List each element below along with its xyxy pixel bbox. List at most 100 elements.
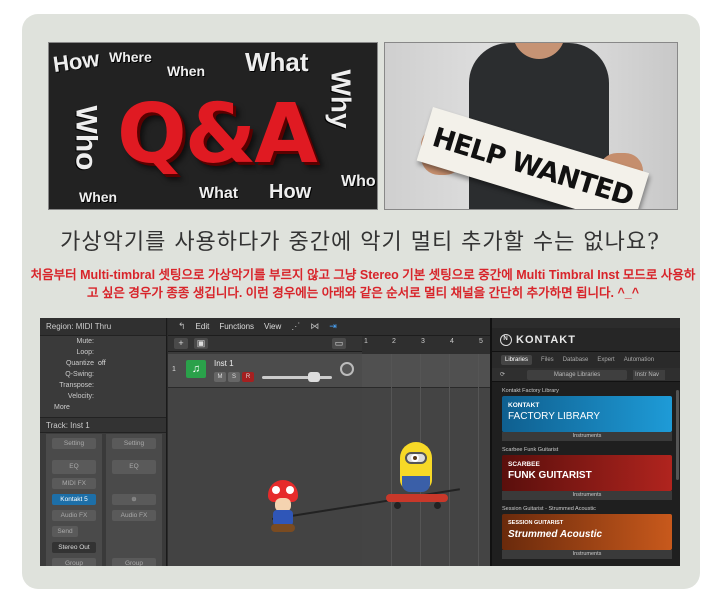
midi-fx-slot[interactable]: MIDI FX — [52, 478, 96, 489]
library-brand: SCARBEE — [508, 461, 540, 468]
row-label: Mute: — [76, 338, 94, 345]
library-banner[interactable]: SESSION GUITARIST Strummed Acoustic — [502, 514, 672, 550]
tab-libraries[interactable]: Libraries — [501, 355, 533, 365]
tab-files[interactable]: Files — [541, 357, 554, 363]
track-header[interactable]: 1 ♫ Inst 1 M S R — [168, 354, 362, 388]
bar-number: 5 — [479, 338, 483, 345]
bar-line — [391, 354, 392, 566]
track-name[interactable]: Inst 1 — [214, 359, 234, 368]
link-icon[interactable]: ⊕ — [112, 494, 156, 505]
output-slot[interactable]: Stereo Out — [52, 542, 96, 553]
region-title[interactable]: Region: MIDI Thru — [40, 318, 166, 336]
audio-fx-slot[interactable]: Audio FX — [112, 510, 156, 521]
eq-button[interactable]: EQ — [52, 460, 96, 474]
snap-icon[interactable]: ⇥ — [329, 321, 337, 332]
mute-button[interactable]: M — [214, 372, 226, 382]
qa-word: Who — [69, 105, 103, 171]
view-menu[interactable]: View — [264, 322, 281, 331]
folder-icon[interactable]: ▣ — [194, 338, 208, 349]
qa-word: Where — [109, 49, 152, 65]
row-value: off — [98, 360, 106, 367]
group-slot[interactable]: Group — [112, 558, 156, 566]
tab-database[interactable]: Database — [563, 357, 589, 363]
volume-fader[interactable] — [262, 376, 332, 379]
toad-feet — [271, 524, 295, 532]
library-name: FACTORY LIBRARY — [508, 411, 601, 422]
functions-menu[interactable]: Functions — [219, 322, 254, 331]
tab-automation[interactable]: Automation — [624, 357, 654, 363]
library-name: FUNK GUITARIST — [508, 470, 592, 481]
tracks-area: ↰ Edit Functions View ⋰ ⋈ ⇥ + ▣ ▭ 1 ♫ In… — [168, 318, 490, 566]
send-slot[interactable]: Send — [52, 526, 78, 537]
tab-expert[interactable]: Expert — [597, 357, 614, 363]
cap-spot — [272, 486, 280, 494]
inspector-row[interactable]: Q-Swing: — [40, 369, 166, 380]
track-lane[interactable] — [362, 354, 490, 388]
qa-word: How — [51, 45, 101, 78]
library-section-title: Kontakt Factory Library — [502, 388, 559, 394]
refresh-icon[interactable]: ⟳ — [500, 371, 505, 378]
solo-button[interactable]: S — [228, 372, 240, 382]
global-tracks-icon[interactable]: ▭ — [332, 338, 346, 349]
library-brand: KONTAKT — [508, 402, 540, 409]
bar-number: 4 — [450, 338, 454, 345]
library-name: Strummed Acoustic — [508, 529, 603, 540]
row-label: Transpose: — [59, 382, 94, 389]
instruments-button[interactable]: Instruments — [502, 550, 672, 559]
setting-button[interactable]: Setting — [112, 438, 156, 449]
tracks-toolbar: ↰ Edit Functions View ⋰ ⋈ ⇥ — [168, 318, 490, 336]
edit-menu[interactable]: Edit — [196, 322, 210, 331]
manage-libraries-button[interactable]: Manage Libraries — [527, 369, 628, 380]
instr-nav-field[interactable]: Instr Nav — [633, 369, 666, 380]
back-icon[interactable]: ↰ — [178, 321, 186, 332]
inspector-row[interactable]: Transpose: — [40, 380, 166, 391]
group-slot[interactable]: Group — [52, 558, 96, 566]
pan-knob[interactable] — [340, 362, 354, 376]
add-track-icon[interactable]: + — [174, 338, 188, 349]
instruments-button[interactable]: Instruments — [502, 432, 672, 441]
toad-figure — [268, 480, 298, 532]
instrument-icon: ♫ — [186, 360, 206, 378]
bar-line — [478, 354, 479, 566]
daw-screenshot: Region: MIDI Thru Mute: Loop: Quantize of… — [40, 318, 680, 566]
library-banner[interactable]: KONTAKT FACTORY LIBRARY — [502, 396, 672, 432]
row-label: Loop: — [76, 349, 94, 356]
library-section-title: Session Guitarist - Strummed Acoustic — [502, 506, 596, 512]
description-text: 처음부터 Multi-timbral 셋팅으로 가상악기를 부르지 않고 그냥 … — [30, 268, 696, 300]
flex-icon[interactable]: ⋈ — [310, 321, 319, 332]
kontakt-logo: N KONTAKT — [492, 328, 680, 352]
bar-line — [449, 354, 450, 566]
skateboard — [386, 494, 448, 502]
instrument-slot[interactable]: Kontakt 5 — [52, 494, 96, 505]
timeline-ruler[interactable]: 1 2 3 4 5 — [362, 336, 490, 354]
library-banner[interactable]: SCARBEE FUNK GUITARIST — [502, 455, 672, 491]
more-toggle[interactable]: More — [40, 402, 166, 413]
qa-image: How What When Where Who Why How What Whe… — [48, 42, 378, 210]
kontakt-titlebar[interactable] — [492, 318, 680, 328]
kontakt-tabs: Libraries Files Database Expert Automati… — [492, 352, 680, 368]
library-brand: SESSION GUITARIST — [508, 520, 564, 526]
inspector-row[interactable]: Velocity: — [40, 391, 166, 402]
fader-knob[interactable] — [308, 372, 320, 382]
inspector-row[interactable]: Loop: — [40, 347, 166, 358]
track-title[interactable]: Track: Inst 1 — [40, 417, 166, 433]
minion-figure — [396, 442, 436, 498]
record-button[interactable]: R — [242, 372, 254, 382]
setting-button[interactable]: Setting — [52, 438, 96, 449]
audio-fx-slot[interactable]: Audio FX — [52, 510, 96, 521]
bar-number: 3 — [421, 338, 425, 345]
qa-word: Who — [341, 173, 376, 190]
track-list-empty — [168, 388, 362, 566]
inspector-row[interactable]: Quantize off — [40, 358, 166, 369]
qa-word: Why — [325, 69, 357, 129]
library-scrollbar[interactable] — [676, 390, 679, 480]
inspector-row[interactable]: Mute: — [40, 336, 166, 347]
inspector-panel: Region: MIDI Thru Mute: Loop: Quantize of… — [40, 318, 167, 566]
skateboard-wheel — [394, 502, 401, 509]
catch-icon[interactable]: ⋰ — [291, 321, 300, 332]
instruments-button[interactable]: Instruments — [502, 491, 672, 500]
ni-logo-icon: N — [500, 333, 512, 346]
row-label: Q-Swing: — [65, 371, 94, 378]
eq-button[interactable]: EQ — [112, 460, 156, 474]
channel-strip-left: Setting EQ MIDI FX Kontakt 5 Audio FX Se… — [46, 434, 102, 566]
